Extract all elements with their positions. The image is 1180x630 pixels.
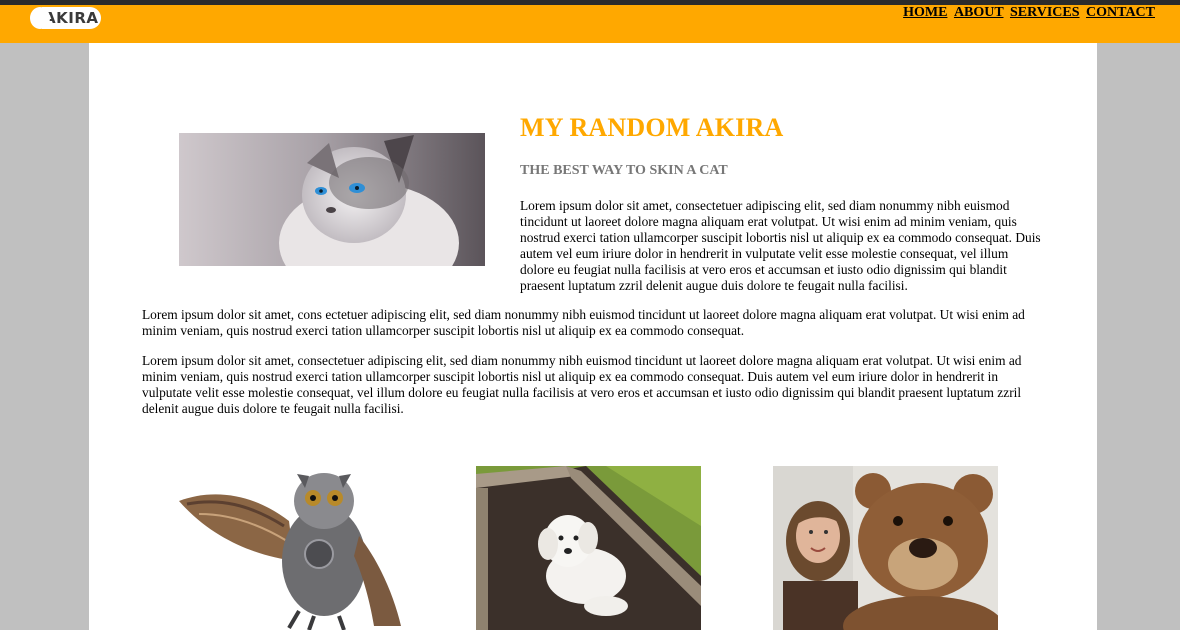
body-paragraph-1: Lorem ipsum dolor sit amet, cons ectetue… (142, 307, 1025, 338)
puppy-image (476, 466, 701, 630)
nav-about-link[interactable]: ABOUT (954, 5, 1004, 20)
body-paragraph-2: Lorem ipsum dolor sit amet, consectetuer… (142, 353, 1022, 416)
logo-circle-icon (30, 7, 50, 29)
intro-paragraph: Lorem ipsum dolor sit amet, consectetuer… (520, 198, 1041, 293)
nav-contact-link[interactable]: CONTACT (1086, 5, 1155, 20)
owl-image (179, 466, 404, 630)
page-title: MY RANDOM AKIRA (520, 113, 784, 142)
content-page: MY RANDOM AKIRA THE BEST WAY TO SKIN A C… (89, 43, 1097, 630)
site-header: AKIRA HOME ABOUT SERVICES CONTACT (0, 5, 1180, 43)
page-subtitle: THE BEST WAY TO SKIN A CAT (520, 163, 728, 178)
nav-services-link[interactable]: SERVICES (1010, 5, 1080, 20)
teddy-bear-image (773, 466, 998, 630)
cat-image (179, 133, 485, 266)
main-nav: HOME ABOUT SERVICES CONTACT (900, 5, 1155, 21)
nav-home-link[interactable]: HOME (903, 5, 947, 20)
logo-text: AKIRA (42, 7, 102, 29)
site-logo[interactable]: AKIRA (30, 6, 102, 30)
